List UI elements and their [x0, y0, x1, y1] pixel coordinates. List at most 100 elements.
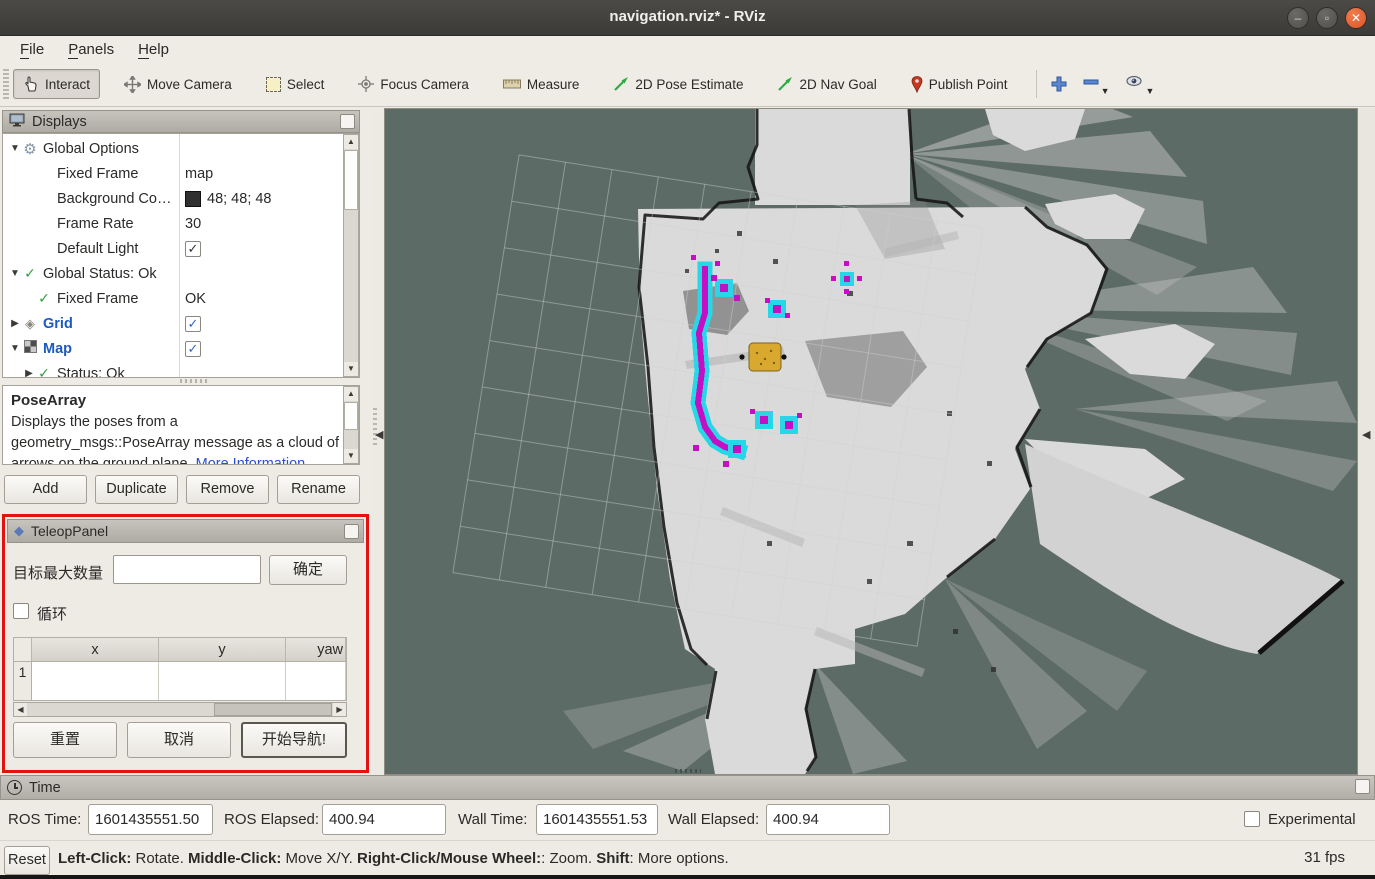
- ros-time-input[interactable]: [88, 804, 213, 835]
- reset-goals-button[interactable]: 重置: [13, 722, 117, 758]
- caret-right-icon[interactable]: ▶: [9, 318, 21, 329]
- teleop-panel-header[interactable]: ◆ TeleopPanel: [7, 519, 364, 543]
- more-information-link[interactable]: More Information.: [196, 456, 310, 465]
- scroll-down-icon[interactable]: ▼: [344, 362, 358, 376]
- duplicate-button[interactable]: Duplicate: [95, 475, 178, 504]
- tree-row-global-options[interactable]: ▼ ⚙ Global Options: [3, 136, 359, 161]
- tree-row-fixed-frame[interactable]: Fixed Frame map: [3, 161, 359, 186]
- time-panel-header[interactable]: Time: [0, 775, 1375, 800]
- description-scrollbar[interactable]: ▲ ▼: [343, 386, 359, 464]
- goal-table[interactable]: x y yaw 1: [13, 637, 347, 701]
- title-bar[interactable]: navigation.rviz* - RViz ‒ ▫ ✕: [0, 0, 1375, 36]
- green-arrow-icon: [777, 76, 793, 92]
- wall-elapsed-input[interactable]: [766, 804, 890, 835]
- collapse-right-icon[interactable]: ◀: [1362, 428, 1370, 441]
- displays-tree[interactable]: ▼ ⚙ Global Options Fixed Frame map Backg…: [2, 133, 360, 378]
- loop-label: 循环: [37, 603, 67, 624]
- frame-rate-value[interactable]: 30: [185, 216, 201, 232]
- loop-checkbox[interactable]: [13, 603, 29, 619]
- caret-right-icon[interactable]: ▶: [23, 368, 35, 378]
- collapse-left-icon[interactable]: ◀: [375, 428, 383, 441]
- close-icon[interactable]: ✕: [1345, 7, 1367, 29]
- cancel-button[interactable]: 取消: [127, 722, 231, 758]
- zoom-in-button[interactable]: [1051, 74, 1067, 95]
- displays-panel-header[interactable]: Displays: [2, 110, 360, 133]
- experimental-checkbox[interactable]: [1244, 811, 1260, 827]
- tool-interact[interactable]: Interact: [13, 69, 100, 99]
- max-goal-input[interactable]: [113, 555, 261, 584]
- background-color-value[interactable]: 48; 48; 48: [185, 191, 272, 207]
- tool-move-camera[interactable]: Move Camera: [114, 69, 242, 100]
- scrollbar-thumb[interactable]: [344, 402, 358, 430]
- start-navigation-button[interactable]: 开始导航!: [241, 722, 347, 758]
- rename-button[interactable]: Rename: [277, 475, 360, 504]
- tree-row-default-light[interactable]: Default Light ✓: [3, 236, 359, 261]
- default-light-checkbox[interactable]: ✓: [185, 241, 201, 257]
- caret-down-icon[interactable]: ▼: [9, 268, 21, 279]
- column-x[interactable]: x: [32, 638, 159, 661]
- tree-row-grid[interactable]: ▶ ◈ Grid ✓: [3, 311, 359, 336]
- scrollbar-thumb[interactable]: [344, 150, 358, 210]
- 3d-viewport[interactable]: [384, 108, 1358, 775]
- teleop-float-button[interactable]: [344, 524, 359, 539]
- cell-x[interactable]: [32, 662, 159, 700]
- tool-select[interactable]: Select: [256, 70, 335, 99]
- scroll-up-icon[interactable]: ▲: [344, 135, 358, 149]
- tool-focus-camera[interactable]: Focus Camera: [348, 69, 479, 99]
- right-panel-collapsed[interactable]: ◀: [1358, 108, 1375, 775]
- crosshair-icon: [358, 76, 374, 92]
- tool-publish-point[interactable]: Publish Point: [901, 69, 1018, 100]
- map-checkbox[interactable]: ✓: [185, 341, 201, 357]
- column-yaw[interactable]: yaw: [286, 638, 346, 661]
- zoom-out-button[interactable]: ▼: [1083, 72, 1110, 96]
- color-swatch: [185, 191, 201, 207]
- window-bottom-edge: [0, 875, 1375, 879]
- menu-file[interactable]: File: [10, 39, 54, 60]
- scroll-up-icon[interactable]: ▲: [344, 387, 358, 401]
- displays-float-button[interactable]: [340, 114, 355, 129]
- panel-splitter-handle[interactable]: [180, 379, 210, 383]
- view-options-button[interactable]: ▼: [1125, 72, 1154, 96]
- confirm-button[interactable]: 确定: [269, 555, 347, 585]
- menu-help[interactable]: Help: [128, 39, 179, 60]
- tree-row-map[interactable]: ▼ Map ✓: [3, 336, 359, 361]
- toolbar-grip[interactable]: [3, 69, 9, 99]
- caret-down-icon[interactable]: ▼: [9, 143, 21, 154]
- scroll-down-icon[interactable]: ▼: [344, 449, 358, 463]
- grid-checkbox[interactable]: ✓: [185, 316, 201, 332]
- tool-measure[interactable]: Measure: [493, 70, 590, 99]
- time-float-button[interactable]: [1355, 779, 1370, 794]
- column-y[interactable]: y: [159, 638, 286, 661]
- add-button[interactable]: Add: [4, 475, 87, 504]
- cell-y[interactable]: [159, 662, 286, 700]
- cell-yaw[interactable]: [286, 662, 346, 700]
- maximize-icon[interactable]: ▫: [1316, 7, 1338, 29]
- scrollbar-thumb[interactable]: [214, 703, 332, 716]
- main-splitter[interactable]: ◀: [372, 108, 384, 775]
- tree-row-fixed-frame-status[interactable]: ✓ Fixed Frame OK: [3, 286, 359, 311]
- viewport-splitter-handle[interactable]: [675, 769, 701, 773]
- table-row[interactable]: 1: [14, 662, 346, 700]
- tree-row-frame-rate[interactable]: Frame Rate 30: [3, 211, 359, 236]
- remove-button[interactable]: Remove: [186, 475, 269, 504]
- monitor-icon: [9, 113, 25, 131]
- minimize-icon[interactable]: ‒: [1287, 7, 1309, 29]
- tool-2d-nav-goal[interactable]: 2D Nav Goal: [767, 69, 886, 99]
- table-hscrollbar[interactable]: ◀ ▶: [13, 702, 347, 717]
- displays-scrollbar[interactable]: ▲ ▼: [343, 134, 359, 377]
- scroll-left-icon[interactable]: ◀: [14, 703, 27, 716]
- tree-row-background-color[interactable]: Background Co… 48; 48; 48: [3, 186, 359, 211]
- ros-elapsed-input[interactable]: [322, 804, 446, 835]
- tree-row-map-status[interactable]: ▶ ✓ Status: Ok: [3, 361, 359, 378]
- rviz-window: navigation.rviz* - RViz ‒ ▫ ✕ File Panel…: [0, 0, 1375, 879]
- reset-button[interactable]: Reset: [4, 846, 50, 875]
- menu-panels[interactable]: Panels: [58, 39, 124, 60]
- caret-down-icon[interactable]: ▼: [9, 343, 21, 354]
- scroll-right-icon[interactable]: ▶: [333, 703, 346, 716]
- tool-2d-pose-estimate[interactable]: 2D Pose Estimate: [603, 69, 753, 99]
- fixed-frame-value[interactable]: map: [185, 166, 213, 182]
- description-panel: PoseArray Displays the poses from a geom…: [2, 385, 360, 465]
- tree-row-global-status[interactable]: ▼ ✓ Global Status: Ok: [3, 261, 359, 286]
- wall-time-input[interactable]: [536, 804, 658, 835]
- main-area: Displays ▼ ⚙ Global Options Fixed Frame …: [0, 108, 1375, 775]
